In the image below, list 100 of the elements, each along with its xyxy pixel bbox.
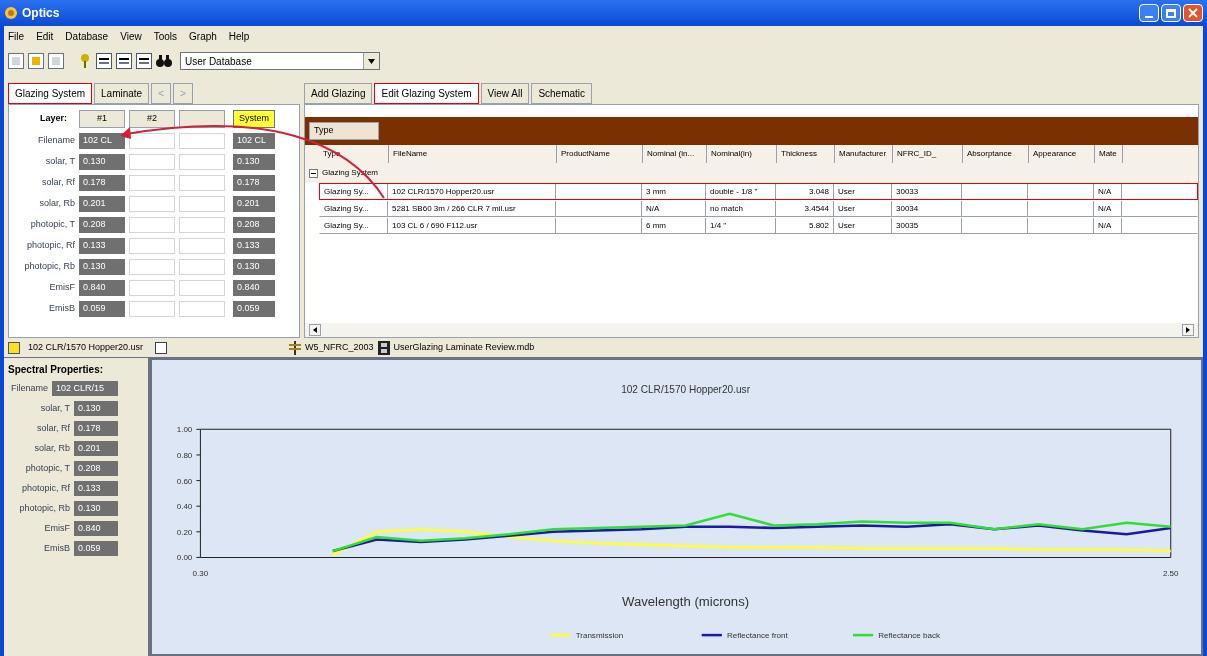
property-value-field[interactable]: 0.130 (74, 501, 118, 516)
table-row[interactable]: Glazing Sy... 102 CLR/1570 Hopper20.usr 3 mm double - 1/8 " 3.048 User 30033 N/A (319, 183, 1198, 200)
system-button[interactable]: System (233, 110, 275, 128)
empty-field[interactable] (129, 300, 175, 317)
property-label: photopic, T (29, 217, 75, 231)
caret-icon (368, 58, 375, 64)
table-cell: 1/4 " (706, 218, 776, 233)
property-label: Filename (10, 381, 48, 395)
y-tick-label: 0.20 (176, 527, 193, 537)
maximize-button[interactable] (1161, 4, 1181, 22)
collapse-icon[interactable] (309, 168, 318, 178)
property-label: EmisB (48, 301, 75, 315)
table-cell: 30033 (892, 184, 962, 199)
empty-field[interactable] (179, 132, 225, 149)
property-label: photopic, Rf (25, 238, 75, 252)
table-cell: 103 CL 6 / 690 F112.usr (388, 218, 556, 233)
binoculars-icon[interactable] (156, 54, 172, 68)
table-cell: User (834, 184, 892, 199)
system-value-field[interactable]: 0.201 (233, 195, 275, 212)
empty-field[interactable] (129, 174, 175, 191)
group-by-chip[interactable]: Type (309, 122, 379, 140)
table-row[interactable]: Glazing Sy... 5281 SB60 3m / 266 CLR 7 mil.usr N/A no match 3.4544 User 30034 N/A (319, 200, 1198, 217)
database-select[interactable]: User Database (180, 52, 380, 70)
x-tick-label: 0.30 (192, 568, 209, 578)
empty-field[interactable] (179, 216, 225, 233)
empty-field[interactable] (179, 237, 225, 254)
layer-value-field[interactable]: 0.840 (79, 279, 125, 296)
property-label: solar, T (39, 401, 70, 415)
empty-field[interactable] (129, 153, 175, 170)
menu-item[interactable]: Graph (189, 28, 217, 44)
layer-value-field[interactable]: 102 CL (79, 132, 125, 149)
property-value-field[interactable]: 0.130 (74, 401, 118, 416)
empty-field[interactable] (179, 174, 225, 191)
list-icon[interactable] (136, 53, 152, 69)
system-value-field[interactable]: 102 CL (233, 132, 275, 149)
table-row[interactable]: Glazing Sy... 103 CL 6 / 690 F112.usr 6 mm 1/4 " 5.802 User 30035 N/A (319, 217, 1198, 234)
tab[interactable]: Laminate (94, 83, 150, 104)
table-cell: no match (706, 201, 776, 216)
property-value-field[interactable]: 0.133 (74, 481, 118, 496)
empty-field[interactable] (179, 258, 225, 275)
tab[interactable]: Add Glazing (304, 83, 373, 104)
system-value-field[interactable]: 0.840 (233, 279, 275, 296)
layer-value-field[interactable]: 0.178 (79, 174, 125, 191)
legend-label: Reflectance front (726, 631, 788, 641)
tab[interactable]: Edit Glazing System (374, 83, 479, 104)
empty-field[interactable] (179, 300, 225, 317)
empty-field[interactable] (179, 195, 225, 212)
menu-item[interactable]: Database (65, 28, 109, 44)
tab[interactable]: Glazing System (8, 83, 93, 104)
menu-item[interactable]: Edit (36, 28, 54, 44)
tab[interactable]: View All (480, 83, 530, 104)
file-icon (8, 341, 20, 354)
table-cell: 3 mm (642, 184, 706, 199)
property-value-field[interactable]: 0.059 (74, 541, 118, 556)
empty-field[interactable] (129, 195, 175, 212)
property-value-field[interactable]: 0.208 (74, 461, 118, 476)
scroll-right-button[interactable] (1182, 324, 1194, 336)
system-value-field[interactable]: 0.208 (233, 216, 275, 233)
menu-item[interactable]: File (8, 28, 25, 44)
empty-field[interactable] (179, 153, 225, 170)
empty-field[interactable] (129, 279, 175, 296)
layer-value-field[interactable]: 0.208 (79, 216, 125, 233)
y-tick-label: 0.80 (176, 451, 193, 460)
layer-button[interactable]: #2 (129, 110, 175, 128)
empty-field[interactable] (129, 132, 175, 149)
system-value-field[interactable]: 0.178 (233, 174, 275, 191)
system-value-field[interactable]: 0.130 (233, 258, 275, 275)
empty-field[interactable] (129, 216, 175, 233)
menu-item[interactable]: Help (228, 28, 250, 44)
empty-field[interactable] (129, 237, 175, 254)
scroll-left-button[interactable] (309, 324, 321, 336)
key-icon[interactable] (78, 53, 92, 69)
left-arrow-icon (313, 327, 317, 333)
table-cell: 3.048 (776, 184, 834, 199)
layer-value-field[interactable]: 0.130 (79, 153, 125, 170)
system-value-field[interactable]: 0.130 (233, 153, 275, 170)
system-value-field[interactable]: 0.059 (233, 300, 275, 317)
property-value-field[interactable]: 0.201 (74, 441, 118, 456)
menu-item[interactable]: View (120, 28, 142, 44)
property-value-field[interactable]: 0.178 (74, 421, 118, 436)
layer-button[interactable]: #1 (79, 110, 125, 128)
property-value-field[interactable]: 102 CLR/15 (52, 381, 118, 396)
right-arrow-icon (1186, 327, 1190, 333)
close-button[interactable] (1183, 4, 1203, 22)
layer-value-field[interactable]: 0.201 (79, 195, 125, 212)
layer-value-field[interactable]: 0.133 (79, 237, 125, 254)
window-title: Optics (22, 5, 60, 22)
tab[interactable]: Schematic (531, 83, 593, 104)
empty-field[interactable] (179, 279, 225, 296)
layer-value-field[interactable]: 0.059 (79, 300, 125, 317)
pole-icon (289, 340, 302, 355)
empty-field[interactable] (129, 258, 175, 275)
table-cell: N/A (1094, 201, 1122, 216)
property-value-field[interactable]: 0.840 (74, 521, 118, 536)
film-icon (377, 340, 390, 355)
window-icon[interactable] (155, 341, 168, 354)
layer-value-field[interactable]: 0.130 (79, 258, 125, 275)
minimize-button[interactable] (1139, 4, 1159, 22)
menu-item[interactable]: Tools (153, 28, 178, 44)
system-value-field[interactable]: 0.133 (233, 237, 275, 254)
